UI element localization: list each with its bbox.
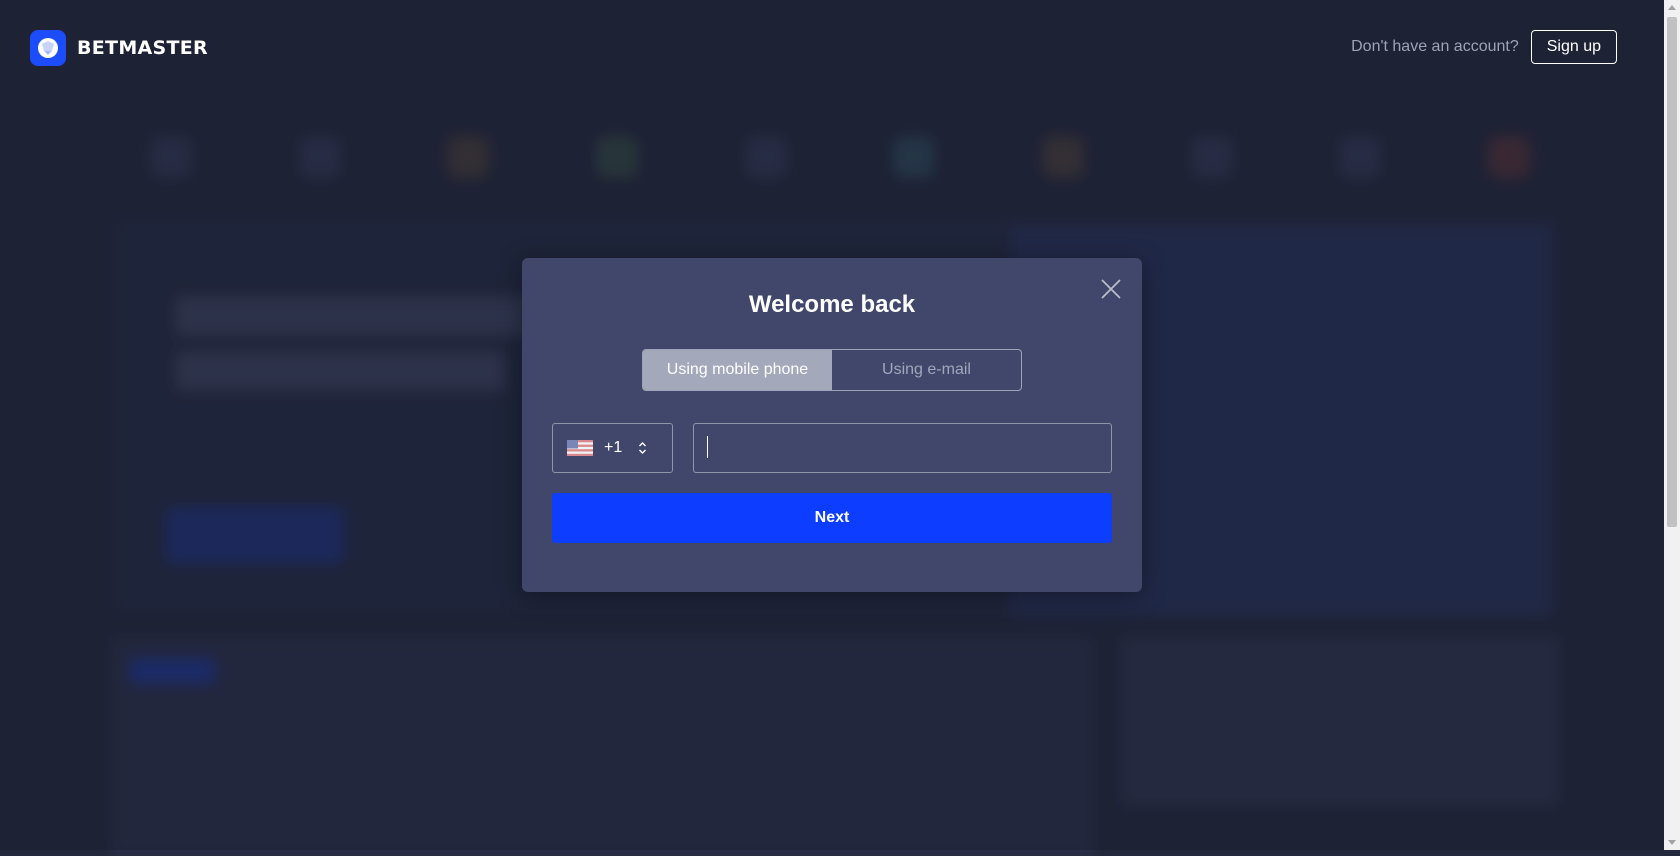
scroll-thumb[interactable] bbox=[1667, 17, 1677, 527]
login-modal: Welcome back Using mobile phone Using e-… bbox=[522, 258, 1142, 592]
brand-logo[interactable]: BETMASTER bbox=[30, 30, 208, 66]
betmaster-logo-icon bbox=[30, 30, 66, 66]
tab-email[interactable]: Using e-mail bbox=[832, 350, 1021, 390]
close-icon bbox=[1101, 279, 1121, 299]
signup-button[interactable]: Sign up bbox=[1530, 30, 1617, 64]
site-header: BETMASTER Don't have an account? Sign up bbox=[0, 0, 1664, 96]
country-code-select[interactable]: +1 bbox=[552, 423, 673, 473]
page-scrollbar[interactable] bbox=[1664, 0, 1680, 850]
modal-title: Welcome back bbox=[748, 291, 916, 318]
us-flag-icon bbox=[567, 440, 593, 456]
brand-name: BETMASTER bbox=[77, 37, 208, 59]
country-code-value: +1 bbox=[604, 439, 623, 456]
no-account-text: Don't have an account? bbox=[1351, 38, 1519, 55]
header-auth: Don't have an account? Sign up bbox=[1351, 30, 1617, 64]
close-button[interactable] bbox=[1098, 276, 1124, 302]
text-cursor bbox=[707, 436, 708, 458]
updown-chevron-icon bbox=[638, 441, 647, 455]
scroll-up-arrow-icon[interactable] bbox=[1668, 5, 1676, 10]
login-method-tabs: Using mobile phone Using e-mail bbox=[642, 349, 1022, 391]
tab-mobile-phone[interactable]: Using mobile phone bbox=[643, 350, 832, 390]
scroll-down-arrow-icon[interactable] bbox=[1668, 840, 1676, 845]
phone-number-input[interactable] bbox=[693, 423, 1112, 473]
next-button[interactable]: Next bbox=[552, 493, 1112, 543]
phone-input-wrapper bbox=[673, 423, 1112, 473]
phone-form-row: +1 bbox=[552, 423, 1112, 473]
